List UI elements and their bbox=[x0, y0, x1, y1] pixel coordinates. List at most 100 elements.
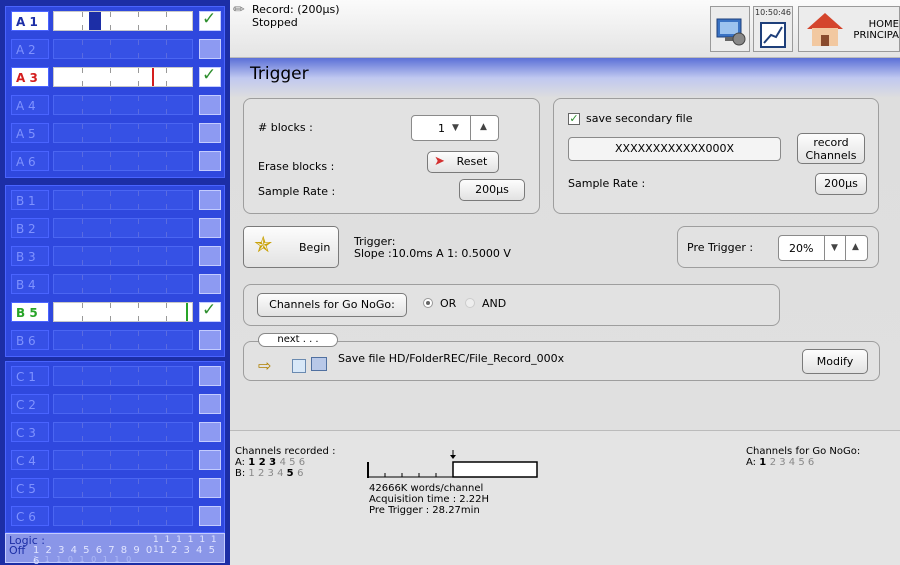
or-radio[interactable] bbox=[423, 298, 433, 308]
channel-row[interactable]: C 2 bbox=[6, 391, 226, 417]
channel-label[interactable]: B 2 bbox=[11, 218, 49, 238]
channel-row[interactable]: A 2 bbox=[6, 36, 226, 62]
channel-row[interactable]: A 4 bbox=[6, 92, 226, 118]
chevron-down-icon[interactable]: ▼ bbox=[452, 123, 459, 133]
channel-bar[interactable] bbox=[53, 67, 193, 87]
channel-bar[interactable] bbox=[53, 246, 193, 266]
channel-checkbox[interactable] bbox=[199, 246, 221, 266]
channel-bar[interactable] bbox=[53, 11, 193, 31]
secondary-filename-field[interactable]: XXXXXXXXXXXX000X bbox=[568, 137, 781, 161]
channel-label[interactable]: A 1 bbox=[11, 11, 49, 31]
channel-label[interactable]: B 5 bbox=[11, 302, 49, 322]
record-channels-button[interactable]: record Channels bbox=[797, 133, 865, 164]
chevron-up-icon[interactable]: ▲ bbox=[852, 242, 859, 252]
config-button[interactable] bbox=[710, 6, 750, 52]
channel-bar[interactable] bbox=[53, 330, 193, 350]
channel-bar[interactable] bbox=[53, 450, 193, 470]
chevron-up-icon[interactable]: ▲ bbox=[480, 122, 487, 132]
channel-row[interactable]: C 1 bbox=[6, 363, 226, 389]
channel-label[interactable]: C 6 bbox=[11, 506, 49, 526]
channel-bar[interactable] bbox=[53, 302, 193, 322]
pretrigger-stepper[interactable]: 20% ▼ ▲ bbox=[778, 235, 868, 261]
channel-label[interactable]: C 3 bbox=[11, 422, 49, 442]
channel-bar[interactable] bbox=[53, 190, 193, 210]
bar-tick bbox=[110, 40, 111, 45]
channel-label[interactable]: C 5 bbox=[11, 478, 49, 498]
sample-rate-button[interactable]: 200µs bbox=[459, 179, 525, 201]
channel-row[interactable]: C 5 bbox=[6, 475, 226, 501]
bar-tick bbox=[138, 191, 139, 196]
channel-row[interactable]: B 5 ✓ bbox=[6, 299, 226, 325]
channel-label[interactable]: B 6 bbox=[11, 330, 49, 350]
and-radio[interactable] bbox=[465, 298, 475, 308]
channel-row[interactable]: C 3 bbox=[6, 419, 226, 445]
reset-button[interactable]: ➤ Reset bbox=[427, 151, 499, 173]
channel-row[interactable]: A 5 bbox=[6, 120, 226, 146]
channel-bar[interactable] bbox=[53, 95, 193, 115]
channel-bar[interactable] bbox=[53, 151, 193, 171]
channel-label[interactable]: A 6 bbox=[11, 151, 49, 171]
channel-checkbox[interactable] bbox=[199, 95, 221, 115]
channel-bar[interactable] bbox=[53, 478, 193, 498]
channel-checkbox[interactable] bbox=[199, 366, 221, 386]
channel-label[interactable]: C 4 bbox=[11, 450, 49, 470]
channel-label[interactable]: B 4 bbox=[11, 274, 49, 294]
channel-label[interactable]: C 2 bbox=[11, 394, 49, 414]
chevron-down-icon[interactable]: ▼ bbox=[831, 243, 838, 253]
channel-checkbox[interactable] bbox=[199, 123, 221, 143]
blocks-stepper[interactable]: 1 ▼ ▲ bbox=[411, 115, 499, 141]
channel-bar[interactable] bbox=[53, 394, 193, 414]
channel-label[interactable]: B 1 bbox=[11, 190, 49, 210]
channel-label[interactable]: C 1 bbox=[11, 366, 49, 386]
channel-bar[interactable] bbox=[53, 366, 193, 386]
channel-row[interactable]: A 6 bbox=[6, 148, 226, 174]
channel-checkbox[interactable]: ✓ bbox=[199, 300, 221, 322]
channel-row[interactable]: B 3 bbox=[6, 243, 226, 269]
save-secondary-checkbox[interactable]: ✓ bbox=[568, 113, 580, 125]
begin-button[interactable]: ✯ Begin bbox=[243, 226, 339, 268]
channel-checkbox[interactable] bbox=[199, 478, 221, 498]
channel-checkbox[interactable] bbox=[199, 190, 221, 210]
clock-button[interactable]: 10:50:46 bbox=[753, 6, 793, 52]
channel-checkbox[interactable] bbox=[199, 218, 221, 238]
channel-row[interactable]: B 1 bbox=[6, 187, 226, 213]
channel-row[interactable]: A 1 ✓ bbox=[6, 8, 226, 34]
channel-row[interactable]: C 6 bbox=[6, 503, 226, 529]
channel-bar[interactable] bbox=[53, 274, 193, 294]
channel-label[interactable]: A 2 bbox=[11, 39, 49, 59]
channel-checkbox[interactable]: ✓ bbox=[199, 65, 221, 87]
channel-label[interactable]: A 4 bbox=[11, 95, 49, 115]
channel-bar[interactable] bbox=[53, 422, 193, 442]
modify-button[interactable]: Modify bbox=[802, 349, 868, 374]
channel-label[interactable]: B 3 bbox=[11, 246, 49, 266]
channel-row[interactable]: B 4 bbox=[6, 271, 226, 297]
channel-row[interactable]: B 6 bbox=[6, 327, 226, 353]
channel-bar[interactable] bbox=[53, 123, 193, 143]
channel-label[interactable]: A 5 bbox=[11, 123, 49, 143]
home-button[interactable]: HOME PRINCIPA bbox=[798, 6, 900, 52]
divider bbox=[845, 236, 846, 260]
channel-checkbox[interactable] bbox=[199, 39, 221, 59]
channel-checkbox[interactable] bbox=[199, 450, 221, 470]
logic-bar[interactable]: Logic : Off 1 1 1 1 1 1 1 1 2 3 4 5 6 7 8… bbox=[5, 533, 225, 565]
channel-checkbox[interactable] bbox=[199, 506, 221, 526]
channel-label[interactable]: A 3 bbox=[11, 67, 49, 87]
channel-checkbox[interactable] bbox=[199, 274, 221, 294]
channel-row[interactable]: C 4 bbox=[6, 447, 226, 473]
channel-row[interactable]: B 2 bbox=[6, 215, 226, 241]
channel-checkbox[interactable]: ✓ bbox=[199, 9, 221, 31]
save-secondary-label: save secondary file bbox=[586, 112, 693, 125]
channel-checkbox[interactable] bbox=[199, 330, 221, 350]
channel-bar[interactable] bbox=[53, 39, 193, 59]
gonogo-channels-button[interactable]: Channels for Go NoGo: bbox=[257, 293, 407, 317]
channel-number: 6 bbox=[297, 468, 304, 479]
channel-bar[interactable] bbox=[53, 218, 193, 238]
channel-checkbox[interactable] bbox=[199, 151, 221, 171]
secondary-sample-rate-button[interactable]: 200µs bbox=[815, 173, 867, 195]
bar-tick bbox=[138, 12, 139, 17]
next-button[interactable]: next . . . bbox=[258, 333, 338, 347]
channel-row[interactable]: A 3 ✓ bbox=[6, 64, 226, 90]
channel-checkbox[interactable] bbox=[199, 394, 221, 414]
channel-checkbox[interactable] bbox=[199, 422, 221, 442]
channel-bar[interactable] bbox=[53, 506, 193, 526]
